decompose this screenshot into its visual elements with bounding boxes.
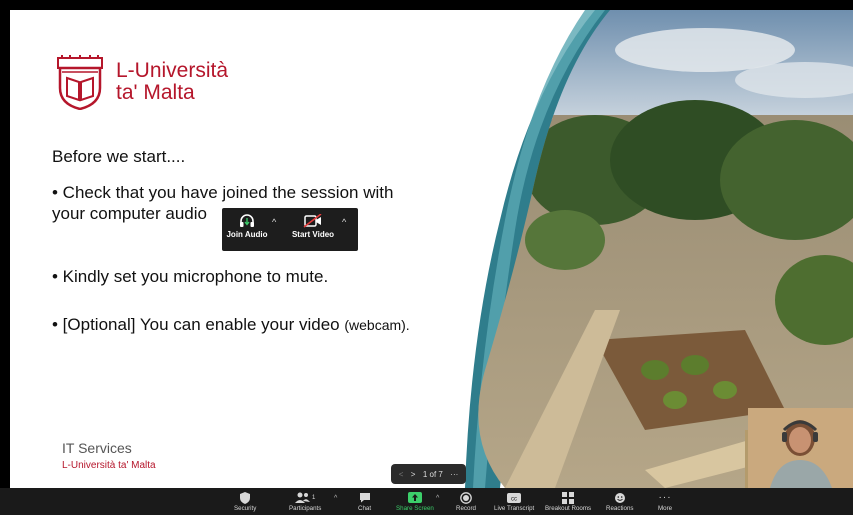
bullet-optional-text: • [Optional] You can enable your video (52, 315, 340, 334)
university-crest-icon (57, 55, 103, 110)
logo-wordmark: L-Università ta' Malta (116, 60, 228, 104)
record-icon (460, 491, 472, 504)
shield-icon (240, 491, 251, 504)
start-video-label: Start Video (291, 230, 335, 239)
chat-button[interactable]: Chat (358, 491, 371, 512)
bullet-check-audio-line1: • Check that you have joined the session… (52, 183, 394, 202)
security-button[interactable]: Security (234, 491, 256, 512)
more-button[interactable]: ··· More (658, 491, 672, 512)
record-label: Record (456, 505, 476, 512)
live-transcript-label: Live Transcript (494, 505, 535, 512)
join-audio-label: Join Audio (226, 230, 268, 239)
logo-line-2: ta' Malta (116, 81, 195, 104)
breakout-rooms-label: Breakout Rooms (545, 505, 592, 512)
zoom-window: L-Università ta' Malta Before we start..… (0, 0, 853, 515)
reactions-icon (614, 492, 625, 503)
start-video-snippet: Start Video (284, 208, 342, 239)
participants-count: 1 (311, 494, 316, 501)
footer-department: IT Services (62, 440, 132, 456)
shared-slide: L-Università ta' Malta Before we start..… (10, 10, 853, 488)
headphones-icon (240, 214, 254, 227)
slide-intro: Before we start.... (52, 147, 186, 166)
share-screen-button[interactable]: Share Screen (396, 491, 434, 512)
reactions-button[interactable]: Reactions (606, 491, 634, 512)
breakout-rooms-icon (562, 491, 575, 504)
chevron-up-icon: ^ (272, 217, 277, 227)
participants-chevron-icon[interactable]: ^ (334, 495, 337, 502)
logo-line-1: L-Università (116, 59, 229, 82)
participants-label: Participants (289, 505, 322, 512)
participants-button[interactable]: 1 Participants (289, 491, 321, 512)
participant-video-thumbnail[interactable] (748, 408, 853, 488)
security-label: Security (234, 505, 257, 512)
share-screen-icon (407, 492, 422, 503)
more-label: More (658, 505, 673, 512)
more-dots-icon: ··· (658, 492, 672, 503)
bullet-optional-suffix: (webcam). (344, 317, 410, 333)
bullet-optional-video: • [Optional] You can enable your video (… (52, 314, 410, 336)
meeting-toolbar: Security 1 Participants ^ Chat Share Scr… (0, 488, 853, 515)
closed-caption-icon: cc (507, 492, 522, 503)
slide-footer: IT Services L-Università ta' Malta (62, 440, 156, 473)
footer-university: L-Università ta' Malta (62, 460, 156, 471)
participants-icon (294, 492, 310, 503)
bullet-check-audio-line2: your computer audio (52, 204, 207, 223)
bullet-mute: • Kindly set you microphone to mute. (52, 267, 329, 286)
reactions-label: Reactions (606, 505, 634, 512)
zoom-controls-snippet: Join Audio ^ Start Video ^ (222, 208, 358, 251)
page-indicator: 1 of 7 (422, 469, 443, 479)
video-off-icon (303, 214, 322, 228)
svg-text:cc: cc (511, 496, 517, 502)
record-button[interactable]: Record (456, 491, 476, 512)
university-logo: L-Università ta' Malta (54, 54, 228, 110)
participant-avatar (748, 408, 853, 488)
prev-page-icon[interactable]: < (399, 470, 404, 479)
join-audio-snippet: Join Audio (222, 208, 272, 239)
share-screen-chevron-icon[interactable]: ^ (436, 495, 439, 502)
chat-icon (359, 493, 370, 503)
live-transcript-button[interactable]: cc Live Transcript (494, 491, 534, 512)
share-screen-label: Share Screen (396, 505, 434, 512)
page-nav-more-icon[interactable]: ··· (450, 470, 458, 479)
chevron-up-icon: ^ (342, 217, 347, 227)
participants-icon-group: 1 (294, 491, 316, 504)
chat-label: Chat (358, 505, 372, 512)
slide-page-navigator: < > 1 of 7 ··· (391, 464, 466, 484)
breakout-rooms-button[interactable]: Breakout Rooms (545, 491, 591, 512)
next-page-icon[interactable]: > (411, 470, 416, 479)
